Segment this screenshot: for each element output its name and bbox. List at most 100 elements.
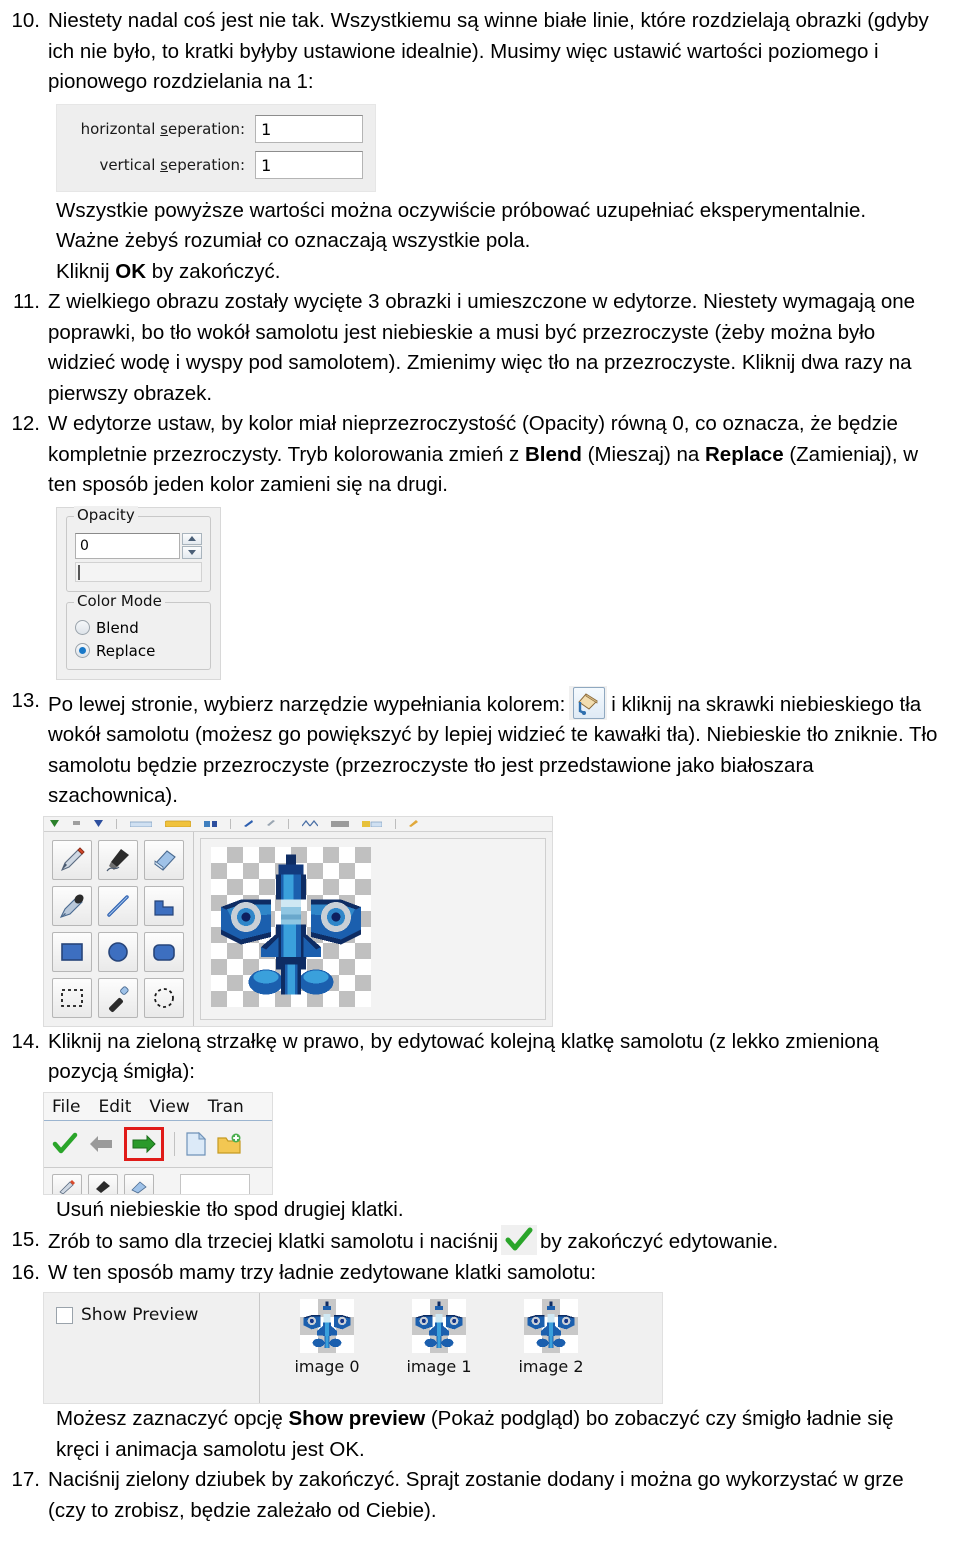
vertical-separation-input[interactable]: 1 [255,150,363,179]
show-preview-checkbox[interactable] [56,1307,73,1324]
toolbar-cut-icon[interactable] [244,820,253,827]
list-number: 14. [11,1029,41,1053]
opacity-slider[interactable] [75,561,202,582]
radio-button-selected-icon[interactable] [75,643,90,658]
toolbar-copy-icon[interactable] [266,820,275,827]
radio-blend-label: Blend [96,618,139,637]
new-file-icon[interactable] [185,1131,207,1156]
paragraph-remove-blue-second-frame: Usuń niebieskie tło spod drugiej klatki. [56,1197,404,1221]
eraser-tool-icon[interactable] [144,839,184,880]
list-number: 16. [11,1260,41,1284]
toolbar-undo-icon[interactable] [302,820,318,827]
eraser-tool-icon[interactable] [124,1173,154,1194]
opacity-color-mode-dialog-screenshot: Opacity 0 Color Mode Blend Replace [56,505,221,680]
toolbar-pencil-icon[interactable] [409,820,418,827]
toolbar-separator [230,818,231,829]
list-item-16: 16. W ten sposób mamy trzy ładnie zedyto… [10,1258,942,1289]
horizontal-separation-label: horizontal seperation: [80,119,246,138]
list-item-15: 15. Zrób to samo dla trzeciej klatki sam… [10,1225,942,1258]
menu-transform[interactable]: Tran [208,1097,244,1117]
frame-label: image 2 [518,1357,584,1376]
menu-view[interactable]: View [149,1097,189,1117]
frame-thumbnail[interactable] [412,1299,466,1353]
eyedropper-tool-icon[interactable] [52,885,92,926]
list-item-11: 11. Z wielkiego obrazu zostały wycięte 3… [10,287,942,409]
list-item-text: W edytorze ustaw, by kolor miał nieprzez… [48,412,919,496]
pencil-tool-icon[interactable] [52,839,92,880]
paragraph-click-ok: Kliknij OK by zakończyć. [56,259,281,283]
next-frame-arrow-highlight[interactable] [124,1126,164,1161]
radio-replace[interactable]: Replace [75,642,202,660]
list-item-10: 10. Niestety nadal coś jest nie tak. Wsz… [10,6,942,98]
menu-bar: File Edit View Tran [44,1092,272,1121]
rectangle-tool-icon[interactable] [52,931,92,972]
menu-file[interactable]: File [52,1097,80,1117]
opacity-groupbox: Opacity 0 [66,505,211,592]
list-item-text: Z wielkiego obrazu zostały wycięte 3 obr… [48,290,916,405]
toolbar-save-icon[interactable] [204,820,217,827]
frame-list: image 0 image 1 image 2 [260,1293,662,1403]
paragraph-experimental: Wszystkie powyższe wartości można oczywi… [56,198,867,222]
line-tool-icon[interactable] [98,885,138,926]
frame-item[interactable]: image 2 [514,1299,588,1403]
magic-wand-tool-icon[interactable] [98,977,138,1018]
color-mode-group-title: Color Mode [74,591,165,610]
toolbar-yellow-icon[interactable] [362,820,382,827]
confirm-check-icon[interactable] [52,1132,78,1156]
toolbar-page-icon[interactable] [130,820,152,827]
horizontal-separation-row: horizontal seperation: 1 [69,114,363,143]
frame-item[interactable]: image 0 [290,1299,364,1403]
rounded-rect-tool-icon[interactable] [144,931,184,972]
list-item-text: Kliknij na zieloną strzałkę w prawo, by … [48,1029,879,1084]
list-number: 15. [11,1228,41,1251]
fill-tool-icon[interactable] [144,885,184,926]
pencil-tool-icon[interactable] [52,1173,82,1194]
brush-tool-icon[interactable] [98,839,138,880]
list-item-text: W ten sposób mamy trzy ładnie zedytowane… [48,1260,597,1284]
show-preview-area: Show Preview [44,1293,260,1403]
open-folder-icon[interactable] [217,1132,241,1156]
rect-select-tool-icon[interactable] [52,977,92,1018]
paragraph-understand-fields: Ważne żebyś rozumiał co oznaczają wszyst… [56,229,531,252]
toolbar-separator [174,1131,175,1156]
frame-thumbnail[interactable] [300,1299,354,1353]
previous-frame-arrow-icon[interactable] [88,1132,114,1156]
frame-thumbnail[interactable] [524,1299,578,1353]
opacity-slider-handle[interactable] [78,564,80,580]
toolbar-folder-icon[interactable] [165,820,191,827]
radio-blend[interactable]: Blend [75,619,202,637]
show-preview-label: Show Preview [81,1305,199,1325]
canvas-preview-panel [180,1173,250,1194]
brush-tool-icon[interactable] [88,1173,118,1194]
confirm-check-icon [501,1225,538,1255]
sprite-editor-screenshot [43,815,553,1027]
toolbar-separator [395,818,396,829]
horizontal-separation-input[interactable]: 1 [255,114,363,143]
list-number: 13. [11,688,41,712]
list-item-text: Zrób to samo dla trzeciej klatki samolot… [48,1225,942,1258]
document-body: 10. Niestety nadal coś jest nie tak. Wsz… [0,0,960,1526]
list-number: 10. [11,9,41,32]
document-page: 10. Niestety nadal coś jest nie tak. Wsz… [0,0,960,1545]
toolbar-grey-marker-icon[interactable] [72,820,81,827]
fill-tool-icon [569,685,608,720]
toolbar-green-marker-icon[interactable] [50,820,59,827]
plane-sprite-large [221,854,361,994]
list-item-text: Po lewej stronie, wybierz narzędzie wype… [48,685,942,812]
menu-toolbar [44,1120,272,1168]
radio-button-icon[interactable] [75,620,90,635]
list-item-text: Naciśnij zielony dziubek by zakończyć. S… [48,1468,904,1522]
opacity-input[interactable]: 0 [75,532,180,559]
toolbar-grey-rect-icon[interactable] [331,820,349,827]
toolbar-blue-marker-icon[interactable] [94,820,103,827]
frame-item[interactable]: image 1 [402,1299,476,1403]
ellipse-select-tool-icon[interactable] [144,977,184,1018]
spinner-down-icon[interactable] [182,546,202,559]
menu-edit[interactable]: Edit [98,1097,131,1117]
paragraph-show-preview-note: Możesz zaznaczyć opcję Show preview (Pok… [56,1407,894,1461]
spinner-up-icon[interactable] [182,532,202,545]
ellipse-tool-icon[interactable] [98,931,138,972]
editor-canvas[interactable] [200,837,546,1020]
editor-body [44,831,552,1026]
